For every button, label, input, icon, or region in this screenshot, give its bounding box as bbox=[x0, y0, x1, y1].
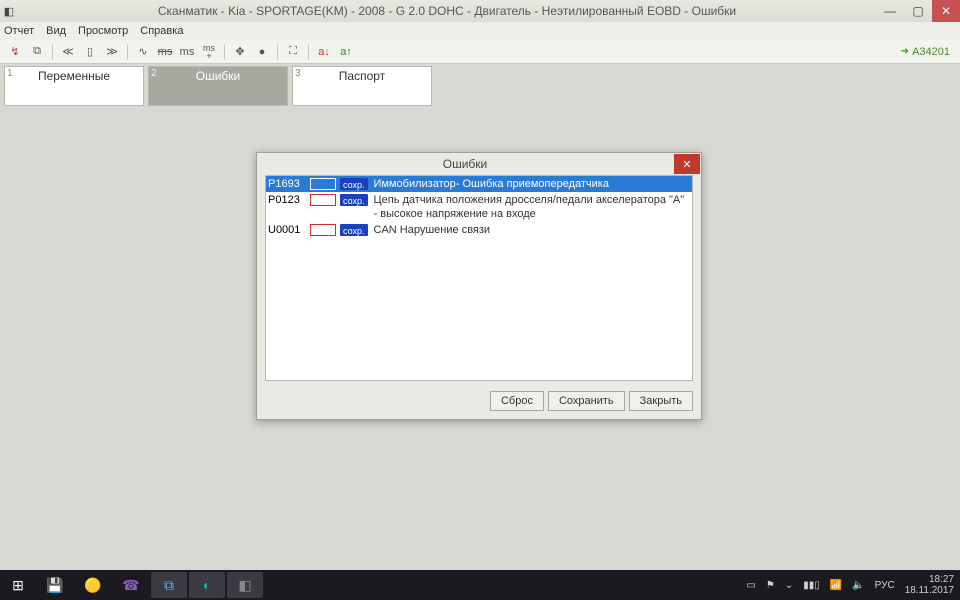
image-icon[interactable]: ⛶ bbox=[284, 43, 302, 61]
tab-label: Переменные bbox=[5, 67, 143, 83]
error-code: P1693 bbox=[268, 177, 310, 191]
menu-view[interactable]: Вид bbox=[46, 25, 66, 37]
toolbar-separator bbox=[52, 44, 53, 60]
sort-up-icon[interactable]: a↑ bbox=[337, 43, 355, 61]
tab-number: 1 bbox=[7, 68, 13, 79]
tray-volume-icon[interactable]: 🔈 bbox=[852, 580, 864, 591]
error-store-badge: сохр. bbox=[340, 178, 368, 190]
taskbar-app1-icon[interactable]: ⧉ bbox=[151, 572, 187, 598]
taskbar-clock[interactable]: 18:27 18.11.2017 bbox=[905, 574, 954, 596]
toolbar-separator bbox=[127, 44, 128, 60]
toolbar-separator bbox=[308, 44, 309, 60]
error-code: U0001 bbox=[268, 223, 310, 237]
error-description: Иммобилизатор- Ошибка приемопередатчика bbox=[374, 177, 690, 191]
system-tray: ▭ ⚑ ⌄ ▮▮▯ 📶 🔈 РУС 18:27 18.11.2017 bbox=[746, 574, 960, 596]
error-chip-icon bbox=[310, 224, 336, 236]
dialog-close-button[interactable]: ✕ bbox=[674, 154, 700, 174]
taskbar-chrome-icon[interactable]: 🟡 bbox=[75, 572, 111, 598]
error-chip-icon bbox=[310, 178, 336, 190]
tray-network-icon[interactable]: 📶 bbox=[830, 580, 842, 591]
toolbar: ↯ ⧉ ≪ ▯ ≫ ∿ ms ms ms+ ✥ ● ⛶ a↓ a↑ A34201 bbox=[0, 40, 960, 64]
toolbar-separator bbox=[277, 44, 278, 60]
frame-icon[interactable]: ▯ bbox=[81, 43, 99, 61]
clock-date: 18.11.2017 bbox=[905, 585, 954, 596]
error-row[interactable]: P0123 сохр. Цепь датчика положения дросс… bbox=[266, 192, 692, 222]
dialog-footer: Сброс Сохранить Закрыть bbox=[257, 387, 701, 419]
maximize-button[interactable]: ▢ bbox=[904, 0, 932, 22]
menu-help[interactable]: Справка bbox=[140, 25, 183, 37]
errors-dialog: Ошибки ✕ P1693 сохр. Иммобилизатор- Ошиб… bbox=[256, 152, 702, 420]
dialog-titlebar: Ошибки ✕ bbox=[257, 153, 701, 175]
error-chip-icon bbox=[310, 194, 336, 206]
move-icon[interactable]: ✥ bbox=[231, 43, 249, 61]
wave-icon[interactable]: ∿ bbox=[134, 43, 152, 61]
error-list: P1693 сохр. Иммобилизатор- Ошибка приемо… bbox=[265, 175, 693, 381]
ms-plus-icon[interactable]: ms+ bbox=[200, 43, 218, 61]
tab-label: Паспорт bbox=[293, 67, 431, 83]
minimize-button[interactable]: ― bbox=[876, 0, 904, 22]
tray-language[interactable]: РУС bbox=[875, 580, 895, 591]
taskbar-app2-icon[interactable]: ◐ bbox=[189, 572, 225, 598]
tab-number: 2 bbox=[151, 68, 157, 79]
record-icon[interactable]: ● bbox=[253, 43, 271, 61]
ms-strike-icon[interactable]: ms bbox=[156, 43, 174, 61]
error-store-badge: сохр. bbox=[340, 224, 368, 236]
menu-preview[interactable]: Просмотр bbox=[78, 25, 128, 37]
tray-battery-icon[interactable]: ▭ bbox=[746, 580, 755, 591]
start-button[interactable]: ⊞ bbox=[0, 570, 36, 600]
error-store-badge: сохр. bbox=[340, 194, 368, 206]
app-icon: ◧ bbox=[0, 5, 18, 18]
taskbar-viber-icon[interactable]: ☎ bbox=[113, 572, 149, 598]
window-title: Сканматик - Kia - SPORTAGE(KM) - 2008 - … bbox=[18, 4, 876, 18]
close-button[interactable]: Закрыть bbox=[629, 391, 693, 411]
ms-icon[interactable]: ms bbox=[178, 43, 196, 61]
rewind-icon[interactable]: ≪ bbox=[59, 43, 77, 61]
window-close-button[interactable]: ✕ bbox=[932, 0, 960, 22]
tab-passport[interactable]: 3 Паспорт bbox=[292, 66, 432, 106]
taskbar-app3-icon[interactable]: ◧ bbox=[227, 572, 263, 598]
error-description: Цепь датчика положения дросселя/педали а… bbox=[374, 193, 690, 221]
tab-variables[interactable]: 1 Переменные bbox=[4, 66, 144, 106]
tray-flag-icon[interactable]: ⚑ bbox=[766, 580, 775, 591]
error-row[interactable]: U0001 сохр. CAN Нарушение связи bbox=[266, 222, 692, 238]
tray-signal-icon[interactable]: ▮▮▯ bbox=[803, 580, 820, 591]
tab-errors[interactable]: 2 Ошибки bbox=[148, 66, 288, 106]
back-icon[interactable]: ↯ bbox=[6, 43, 24, 61]
copy-icon[interactable]: ⧉ bbox=[28, 43, 46, 61]
session-id: A34201 bbox=[901, 46, 950, 58]
tab-number: 3 bbox=[295, 68, 301, 79]
menu-report[interactable]: Отчет bbox=[4, 25, 34, 37]
work-area: 1 Переменные 2 Ошибки 3 Паспорт Ошибки ✕… bbox=[0, 64, 960, 570]
tab-strip: 1 Переменные 2 Ошибки 3 Паспорт bbox=[0, 64, 960, 108]
error-row[interactable]: P1693 сохр. Иммобилизатор- Ошибка приемо… bbox=[266, 176, 692, 192]
forward-icon[interactable]: ≫ bbox=[103, 43, 121, 61]
error-description: CAN Нарушение связи bbox=[374, 223, 690, 237]
save-button[interactable]: Сохранить bbox=[548, 391, 625, 411]
clock-time: 18:27 bbox=[905, 574, 954, 585]
toolbar-separator bbox=[224, 44, 225, 60]
tray-chevron-icon[interactable]: ⌄ bbox=[785, 580, 793, 591]
taskbar: ⊞ 💾 🟡 ☎ ⧉ ◐ ◧ ▭ ⚑ ⌄ ▮▮▯ 📶 🔈 РУС 18:27 18… bbox=[0, 570, 960, 600]
menubar: Отчет Вид Просмотр Справка bbox=[0, 22, 960, 40]
tab-label: Ошибки bbox=[149, 67, 287, 83]
sort-down-icon[interactable]: a↓ bbox=[315, 43, 333, 61]
window-titlebar: ◧ Сканматик - Kia - SPORTAGE(KM) - 2008 … bbox=[0, 0, 960, 22]
taskbar-save-icon[interactable]: 💾 bbox=[37, 572, 73, 598]
dialog-title: Ошибки bbox=[257, 157, 673, 171]
error-code: P0123 bbox=[268, 193, 310, 221]
reset-button[interactable]: Сброс bbox=[490, 391, 544, 411]
